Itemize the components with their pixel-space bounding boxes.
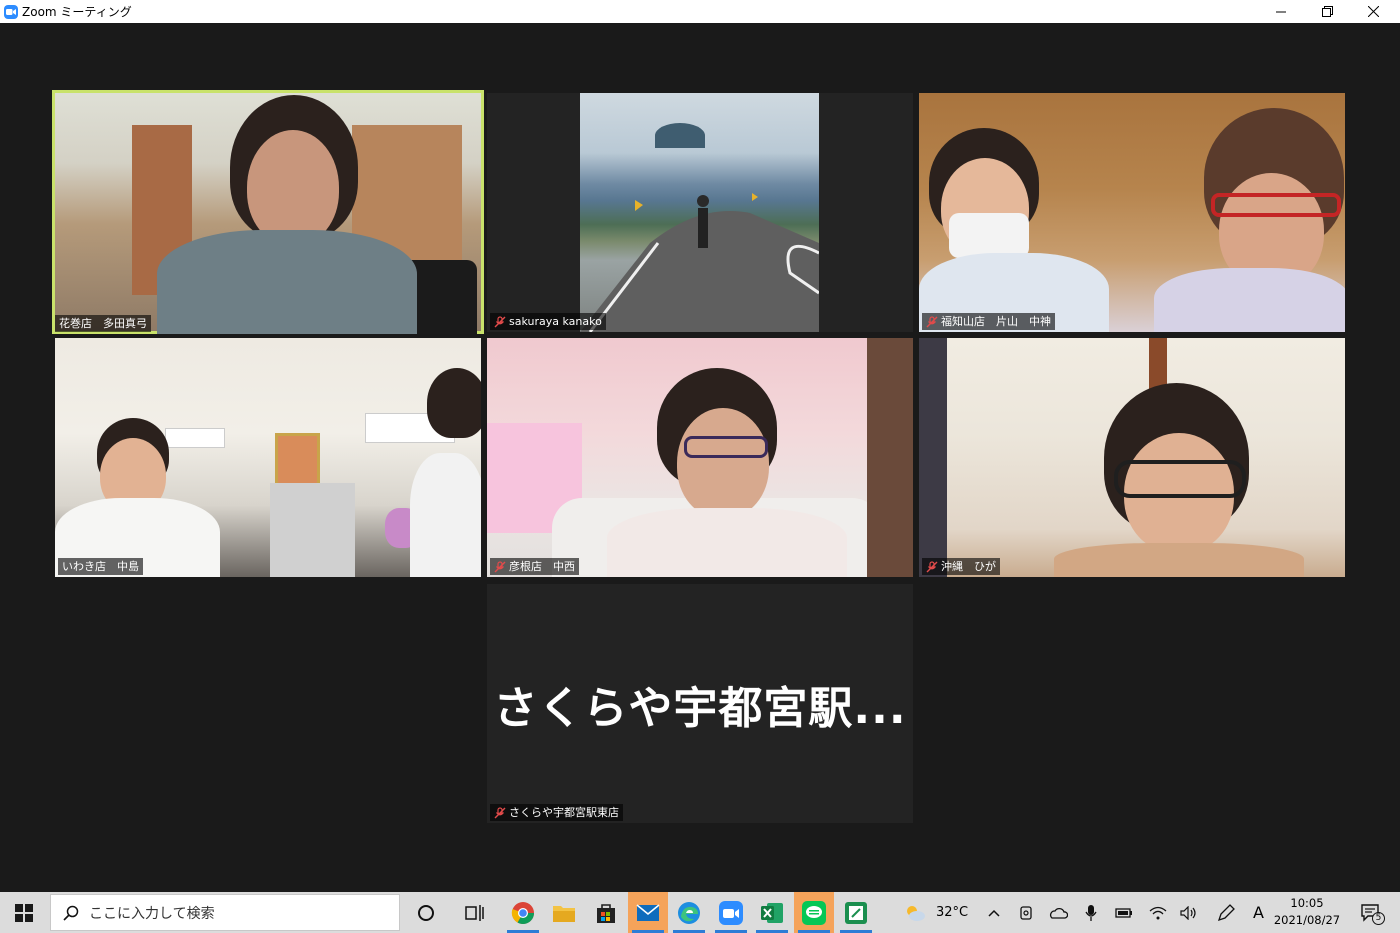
chevron-up-icon bbox=[988, 909, 1000, 917]
speaker-icon bbox=[1180, 905, 1196, 920]
battery-button[interactable] bbox=[1110, 892, 1138, 933]
video-tile-3[interactable]: 福知山店 片山 中神 bbox=[919, 93, 1345, 332]
start-button[interactable] bbox=[0, 892, 48, 933]
clock-time: 10:05 bbox=[1290, 896, 1324, 910]
mail-taskbar-button[interactable] bbox=[628, 892, 668, 933]
onedrive-cloud-icon bbox=[1050, 907, 1068, 919]
zoom-taskbar-button[interactable] bbox=[711, 892, 751, 933]
microphone-tray-button[interactable] bbox=[1077, 892, 1105, 933]
wifi-icon bbox=[1149, 906, 1167, 919]
battery-icon bbox=[1115, 907, 1132, 918]
tray-device-button[interactable] bbox=[1012, 892, 1040, 933]
mic-muted-icon bbox=[926, 560, 938, 572]
store-button[interactable] bbox=[586, 892, 626, 933]
cortana-icon bbox=[418, 904, 434, 921]
participant-name: 福知山店 片山 中神 bbox=[941, 315, 1051, 328]
taskbar: ここに入力して検索 32°C A 10:05 2021/08/27 5 bbox=[0, 892, 1400, 933]
virtual-background-photo bbox=[580, 93, 819, 332]
mail-icon bbox=[636, 903, 660, 921]
weather-partly-cloudy-icon bbox=[907, 905, 925, 921]
microphone-icon bbox=[1085, 904, 1097, 921]
weather-temperature: 32°C bbox=[936, 905, 969, 920]
store-icon bbox=[597, 903, 615, 923]
pen-workspace-button[interactable] bbox=[1212, 892, 1240, 933]
video-tile-5[interactable]: 彦根店 中西 bbox=[487, 338, 913, 577]
mic-muted-icon bbox=[494, 806, 506, 818]
participant-name: さくらや宇都宮駅東店 bbox=[509, 806, 619, 819]
minimize-button[interactable] bbox=[1258, 0, 1304, 23]
close-button[interactable] bbox=[1350, 0, 1396, 23]
mic-muted-icon bbox=[494, 560, 506, 572]
zoom-app-icon bbox=[4, 4, 18, 19]
video-tile-7[interactable]: さくらや宇都宮駅... さくらや宇都宮駅東店 bbox=[487, 584, 913, 823]
window-title: Zoom ミーティング bbox=[22, 5, 132, 19]
windows-icon bbox=[15, 903, 33, 922]
file-explorer-icon bbox=[553, 905, 575, 922]
task-view-icon bbox=[465, 904, 484, 921]
restore-button[interactable] bbox=[1304, 0, 1350, 23]
video-tile-6[interactable]: 沖縄 ひが bbox=[919, 338, 1345, 577]
participant-display-name: さくらや宇都宮駅... bbox=[493, 682, 907, 734]
participant-name-tag: 彦根店 中西 bbox=[490, 558, 579, 575]
taskbar-search-box[interactable]: ここに入力して検索 bbox=[50, 894, 400, 931]
cortana-button[interactable] bbox=[406, 892, 446, 933]
title-bar: Zoom ミーティング bbox=[0, 0, 1400, 23]
gallery-view: 花巻店 多田真弓 sakuraya kanako 福知山店 片山 中神 いわき店… bbox=[0, 23, 1400, 892]
participant-name: いわき店 中島 bbox=[62, 560, 139, 573]
spreadsheet-icon bbox=[845, 901, 867, 924]
ime-indicator[interactable]: A bbox=[1253, 903, 1264, 922]
participant-name: sakuraya kanako bbox=[509, 315, 602, 328]
device-icon bbox=[1020, 905, 1032, 920]
mic-muted-icon bbox=[494, 315, 506, 327]
zoom-icon bbox=[719, 900, 743, 925]
pen-icon bbox=[1217, 903, 1235, 921]
participant-name-tag: sakuraya kanako bbox=[490, 313, 606, 330]
video-tile-4[interactable]: いわき店 中島 bbox=[55, 338, 481, 577]
participant-name-tag: 福知山店 片山 中神 bbox=[922, 313, 1055, 330]
video-tile-2[interactable]: sakuraya kanako bbox=[487, 93, 913, 332]
participant-name: 花巻店 多田真弓 bbox=[59, 317, 147, 330]
search-icon bbox=[63, 905, 79, 921]
onedrive-button[interactable] bbox=[1044, 892, 1072, 933]
task-view-button[interactable] bbox=[455, 892, 495, 933]
edge-icon bbox=[678, 901, 700, 924]
wifi-button[interactable] bbox=[1144, 892, 1172, 933]
notification-center-button[interactable]: 5 bbox=[1353, 892, 1389, 933]
weather-widget[interactable] bbox=[900, 892, 930, 933]
file-explorer-button[interactable] bbox=[544, 892, 584, 933]
excel-taskbar-button[interactable] bbox=[752, 892, 792, 933]
line-taskbar-button[interactable] bbox=[794, 892, 834, 933]
edge-taskbar-button[interactable] bbox=[669, 892, 709, 933]
participant-name: 彦根店 中西 bbox=[509, 560, 575, 573]
participant-name-tag: 花巻店 多田真弓 bbox=[55, 315, 151, 332]
participant-name-tag: いわき店 中島 bbox=[58, 558, 143, 575]
mic-muted-icon bbox=[926, 315, 938, 327]
participant-name: 沖縄 ひが bbox=[941, 560, 996, 573]
system-clock[interactable]: 10:05 2021/08/27 bbox=[1268, 895, 1346, 929]
spreadsheet-taskbar-button[interactable] bbox=[836, 892, 876, 933]
notification-count-badge: 5 bbox=[1372, 912, 1385, 925]
show-hidden-icons-button[interactable] bbox=[980, 892, 1008, 933]
chrome-icon bbox=[511, 901, 534, 924]
volume-button[interactable] bbox=[1175, 892, 1203, 933]
search-placeholder: ここに入力して検索 bbox=[89, 905, 215, 922]
chrome-taskbar-button[interactable] bbox=[503, 892, 543, 933]
clock-date: 2021/08/27 bbox=[1273, 913, 1341, 927]
participant-name-tag: さくらや宇都宮駅東店 bbox=[490, 804, 623, 821]
participant-name-tag: 沖縄 ひが bbox=[922, 558, 1000, 575]
video-tile-1[interactable]: 花巻店 多田真弓 bbox=[52, 90, 484, 334]
line-icon bbox=[802, 900, 826, 925]
excel-icon bbox=[761, 902, 783, 923]
